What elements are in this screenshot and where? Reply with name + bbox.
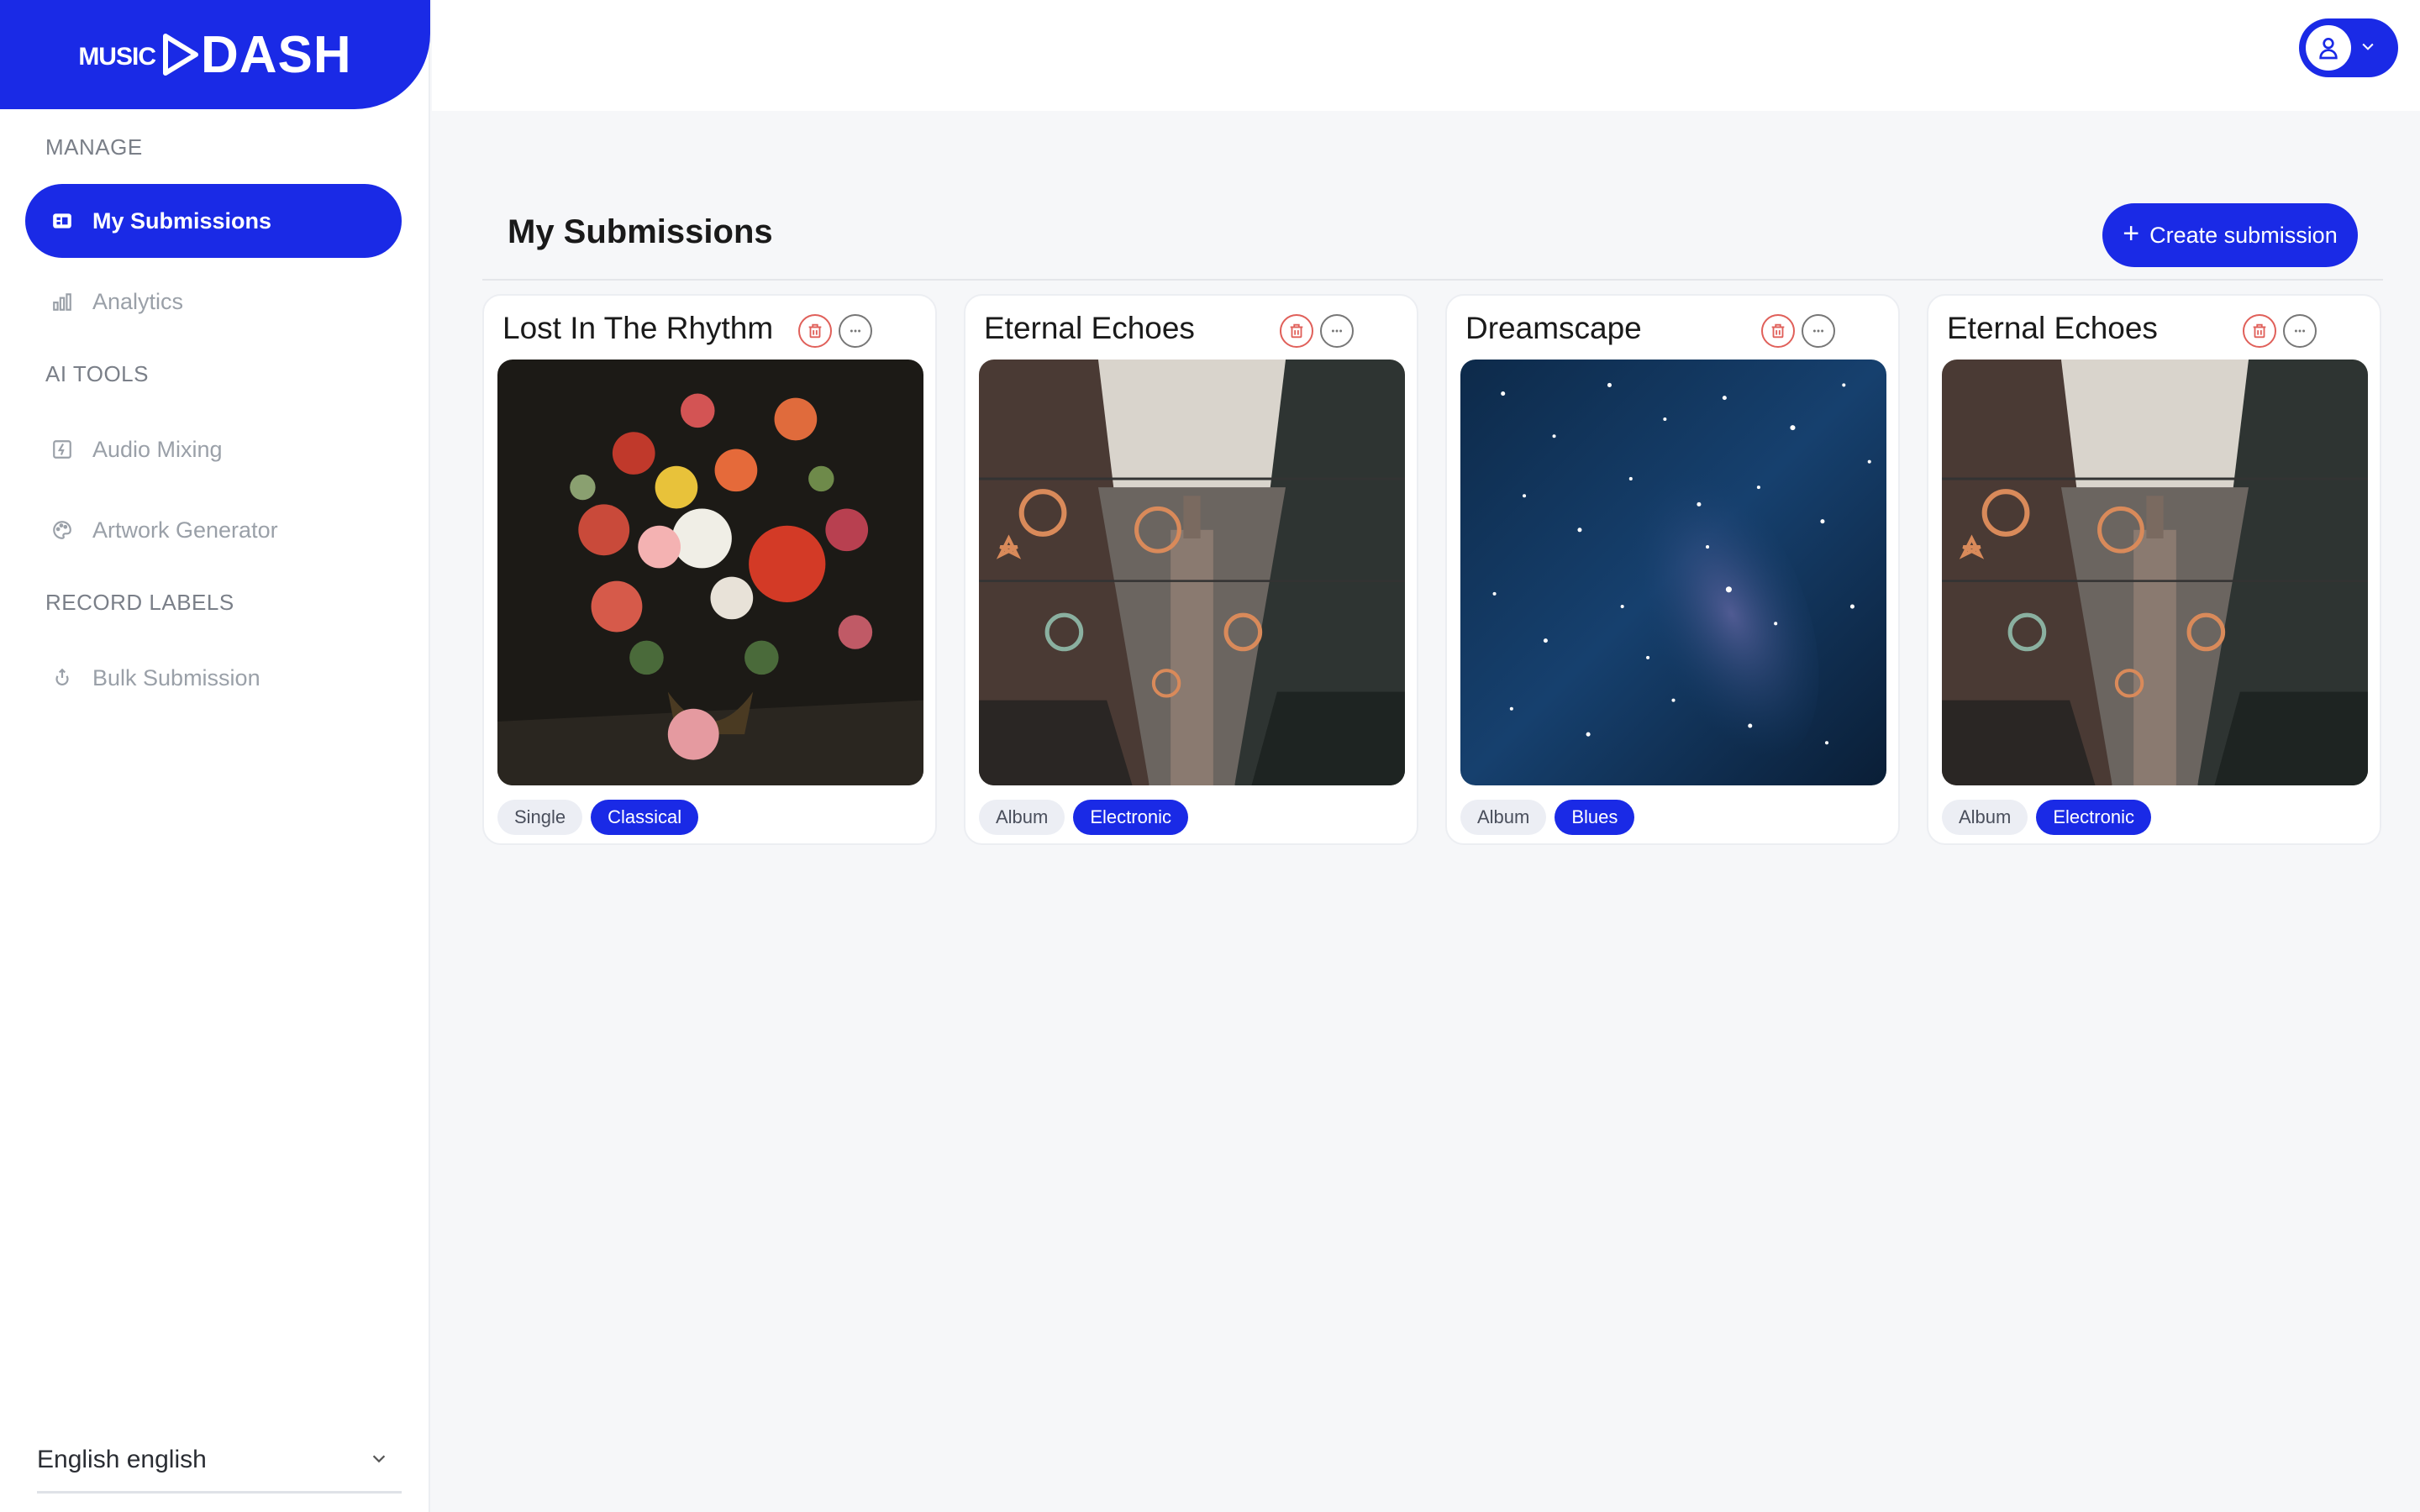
delete-icon[interactable] bbox=[1761, 314, 1795, 348]
logo-music-text: MUSIC bbox=[78, 43, 156, 71]
release-type-badge: Album bbox=[979, 800, 1065, 835]
delete-icon[interactable] bbox=[1280, 314, 1313, 348]
city-street-artwork[interactable] bbox=[979, 360, 1405, 785]
sidebar-item-label: Analytics bbox=[92, 288, 184, 314]
brand-logo[interactable]: MUSIC DASH bbox=[0, 0, 430, 109]
sidebar-item-label: Artwork Generator bbox=[92, 517, 278, 543]
submission-card[interactable]: Eternal Echoes Album Electronic bbox=[964, 294, 1418, 845]
card-actions bbox=[2243, 314, 2317, 348]
city-street-artwork[interactable] bbox=[1942, 360, 2368, 785]
sidebar-item-label: My Submissions bbox=[92, 207, 272, 234]
sidebar-item-audio-mixing[interactable]: Audio Mixing bbox=[25, 412, 402, 486]
submissions-icon bbox=[50, 209, 74, 233]
submission-card[interactable]: Dreamscape Album Blues bbox=[1445, 294, 1900, 845]
logo-dash-text: DASH bbox=[200, 25, 352, 84]
sidebar-item-label: Bulk Submission bbox=[92, 664, 260, 690]
top-bar bbox=[432, 0, 2420, 111]
upload-icon bbox=[50, 666, 74, 690]
genre-badge: Classical bbox=[591, 800, 699, 835]
create-submission-button[interactable]: + Create submission bbox=[2102, 203, 2358, 267]
delete-icon[interactable] bbox=[798, 314, 832, 348]
sidebar-item-my-submissions[interactable]: My Submissions bbox=[25, 184, 402, 258]
card-title: Eternal Echoes bbox=[1947, 311, 2158, 345]
release-type-badge: Album bbox=[1460, 800, 1547, 835]
release-type-badge: Album bbox=[1942, 800, 2028, 835]
submission-card[interactable]: Lost In The Rhythm Single Classical bbox=[482, 294, 937, 845]
more-options-icon[interactable] bbox=[839, 314, 872, 348]
user-menu-button[interactable] bbox=[2299, 18, 2398, 77]
sidebar: MUSIC DASH MANAGE My Submissions Analyti… bbox=[0, 0, 430, 1512]
card-actions bbox=[798, 314, 872, 348]
card-tags: Single Classical bbox=[497, 800, 699, 835]
section-label-ai-tools: AI TOOLS bbox=[45, 361, 149, 386]
card-tags: Album Electronic bbox=[1942, 800, 2151, 835]
genre-badge: Electronic bbox=[1073, 800, 1188, 835]
play-icon bbox=[162, 34, 199, 76]
genre-badge: Electronic bbox=[2036, 800, 2151, 835]
section-label-manage: MANAGE bbox=[45, 134, 143, 160]
section-label-record-labels: RECORD LABELS bbox=[45, 590, 234, 615]
sidebar-item-bulk-submission[interactable]: Bulk Submission bbox=[25, 641, 402, 715]
submission-grid: Lost In The Rhythm Single Classical Eter… bbox=[482, 294, 2381, 845]
genre-badge: Blues bbox=[1555, 800, 1635, 835]
release-type-badge: Single bbox=[497, 800, 583, 835]
chevron-down-icon bbox=[370, 1446, 388, 1474]
divider bbox=[482, 279, 2383, 281]
more-options-icon[interactable] bbox=[2283, 314, 2317, 348]
card-tags: Album Blues bbox=[1460, 800, 1635, 835]
palette-icon bbox=[50, 518, 74, 542]
language-value: English english bbox=[37, 1445, 207, 1473]
starry-sky-artwork[interactable] bbox=[1460, 360, 1886, 785]
sidebar-item-analytics[interactable]: Analytics bbox=[25, 265, 402, 339]
card-actions bbox=[1280, 314, 1354, 348]
language-select[interactable]: English english bbox=[37, 1428, 402, 1494]
sidebar-item-artwork-generator[interactable]: Artwork Generator bbox=[25, 493, 402, 567]
card-actions bbox=[1761, 314, 1835, 348]
page-title: My Submissions bbox=[508, 213, 773, 250]
card-title: Eternal Echoes bbox=[984, 311, 1195, 345]
flowers-painting-artwork[interactable] bbox=[497, 360, 923, 785]
more-options-icon[interactable] bbox=[1320, 314, 1354, 348]
card-title: Dreamscape bbox=[1465, 311, 1642, 345]
submission-card[interactable]: Eternal Echoes Album Electronic bbox=[1927, 294, 2381, 845]
mixing-icon bbox=[50, 438, 74, 461]
sidebar-item-label: Audio Mixing bbox=[92, 436, 223, 462]
bar-chart-icon bbox=[50, 290, 74, 313]
more-options-icon[interactable] bbox=[1802, 314, 1835, 348]
plus-icon: + bbox=[2123, 218, 2140, 249]
card-title: Lost In The Rhythm bbox=[502, 311, 774, 345]
create-submission-label: Create submission bbox=[2149, 222, 2338, 248]
delete-icon[interactable] bbox=[2243, 314, 2276, 348]
card-tags: Album Electronic bbox=[979, 800, 1188, 835]
chevron-down-icon bbox=[2360, 38, 2376, 59]
user-avatar-icon bbox=[2306, 25, 2351, 71]
